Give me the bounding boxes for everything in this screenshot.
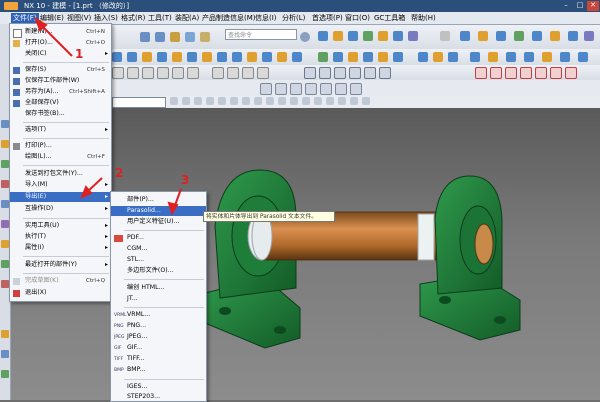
- annotation-arrowhead-3: [167, 201, 179, 216]
- annotation-label-2: 2: [115, 166, 124, 180]
- tutorial-annotations: [34, 16, 182, 216]
- annotation-arrow-1: [39, 23, 73, 57]
- annotation-label-1: 1: [75, 47, 84, 61]
- annotation-label-3: 3: [181, 173, 190, 187]
